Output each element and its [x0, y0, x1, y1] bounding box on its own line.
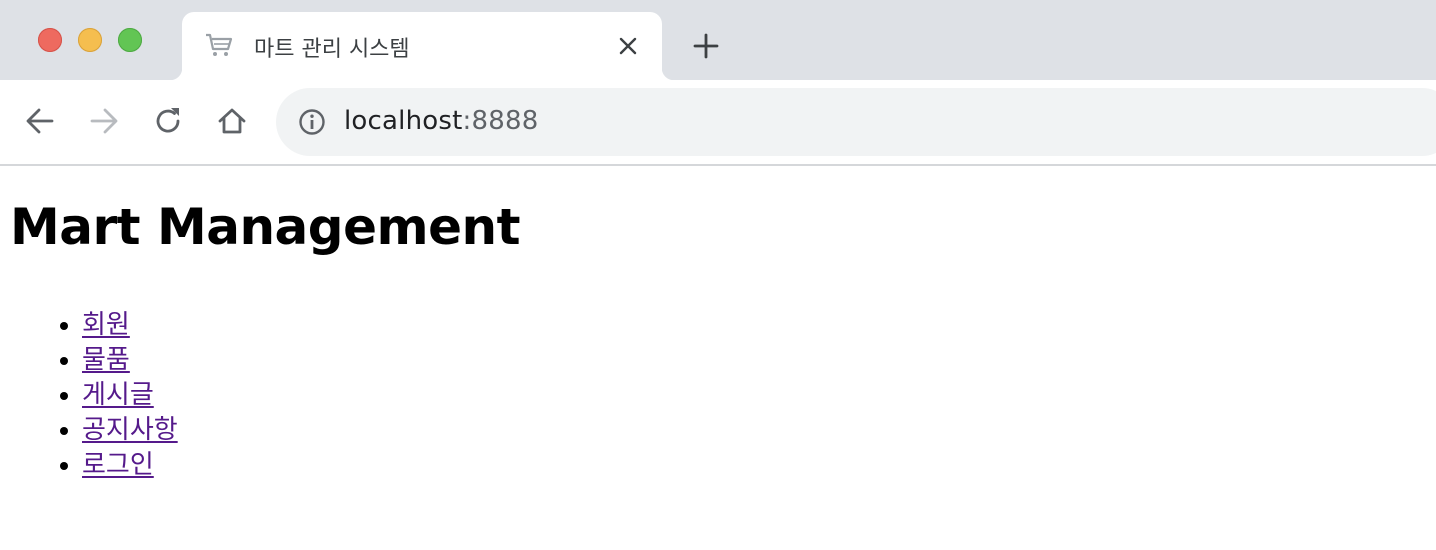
arrow-right-icon — [90, 108, 118, 134]
list-item: 물품 — [82, 343, 178, 378]
address-bar[interactable]: localhost:8888 — [276, 88, 1436, 156]
menu-link-members[interactable]: 회원 — [82, 310, 130, 340]
info-icon[interactable] — [298, 108, 326, 136]
minimize-window-button[interactable] — [78, 28, 102, 52]
list-item: 공지사항 — [82, 413, 178, 448]
main-menu: 회원 물품 게시글 공지사항 로그인 — [82, 308, 178, 483]
page-content: Mart Management 회원 물품 게시글 공지사항 로그인 — [0, 166, 1436, 550]
browser-toolbar: localhost:8888 — [0, 80, 1436, 166]
url-host: localhost — [344, 106, 463, 136]
close-window-button[interactable] — [38, 28, 62, 52]
list-item: 회원 — [82, 308, 178, 343]
new-tab-icon[interactable] — [692, 32, 720, 60]
menu-link-products[interactable]: 물품 — [82, 345, 130, 375]
menu-link-posts[interactable]: 게시글 — [82, 380, 154, 410]
home-button[interactable] — [216, 104, 248, 138]
reload-icon — [156, 108, 180, 133]
back-button[interactable] — [24, 104, 56, 138]
forward-button[interactable] — [88, 104, 120, 138]
tab-title: 마트 관리 시스템 — [254, 37, 410, 62]
browser-title-bar: 마트 관리 시스템 — [0, 0, 1436, 80]
list-item: 로그인 — [82, 448, 178, 483]
shopping-cart-icon — [206, 33, 233, 56]
menu-link-login[interactable]: 로그인 — [82, 450, 154, 480]
home-icon — [218, 108, 246, 134]
arrow-left-icon — [26, 108, 54, 134]
url-port: :8888 — [462, 106, 539, 136]
list-item: 게시글 — [82, 378, 178, 413]
reload-button[interactable] — [152, 104, 184, 138]
browser-tab[interactable]: 마트 관리 시스템 — [170, 12, 674, 80]
url-text[interactable]: localhost:8888 — [344, 106, 538, 136]
maximize-window-button[interactable] — [118, 28, 142, 52]
close-icon[interactable] — [618, 36, 638, 56]
page-title: Mart Management — [10, 198, 521, 256]
menu-link-notices[interactable]: 공지사항 — [82, 415, 178, 445]
